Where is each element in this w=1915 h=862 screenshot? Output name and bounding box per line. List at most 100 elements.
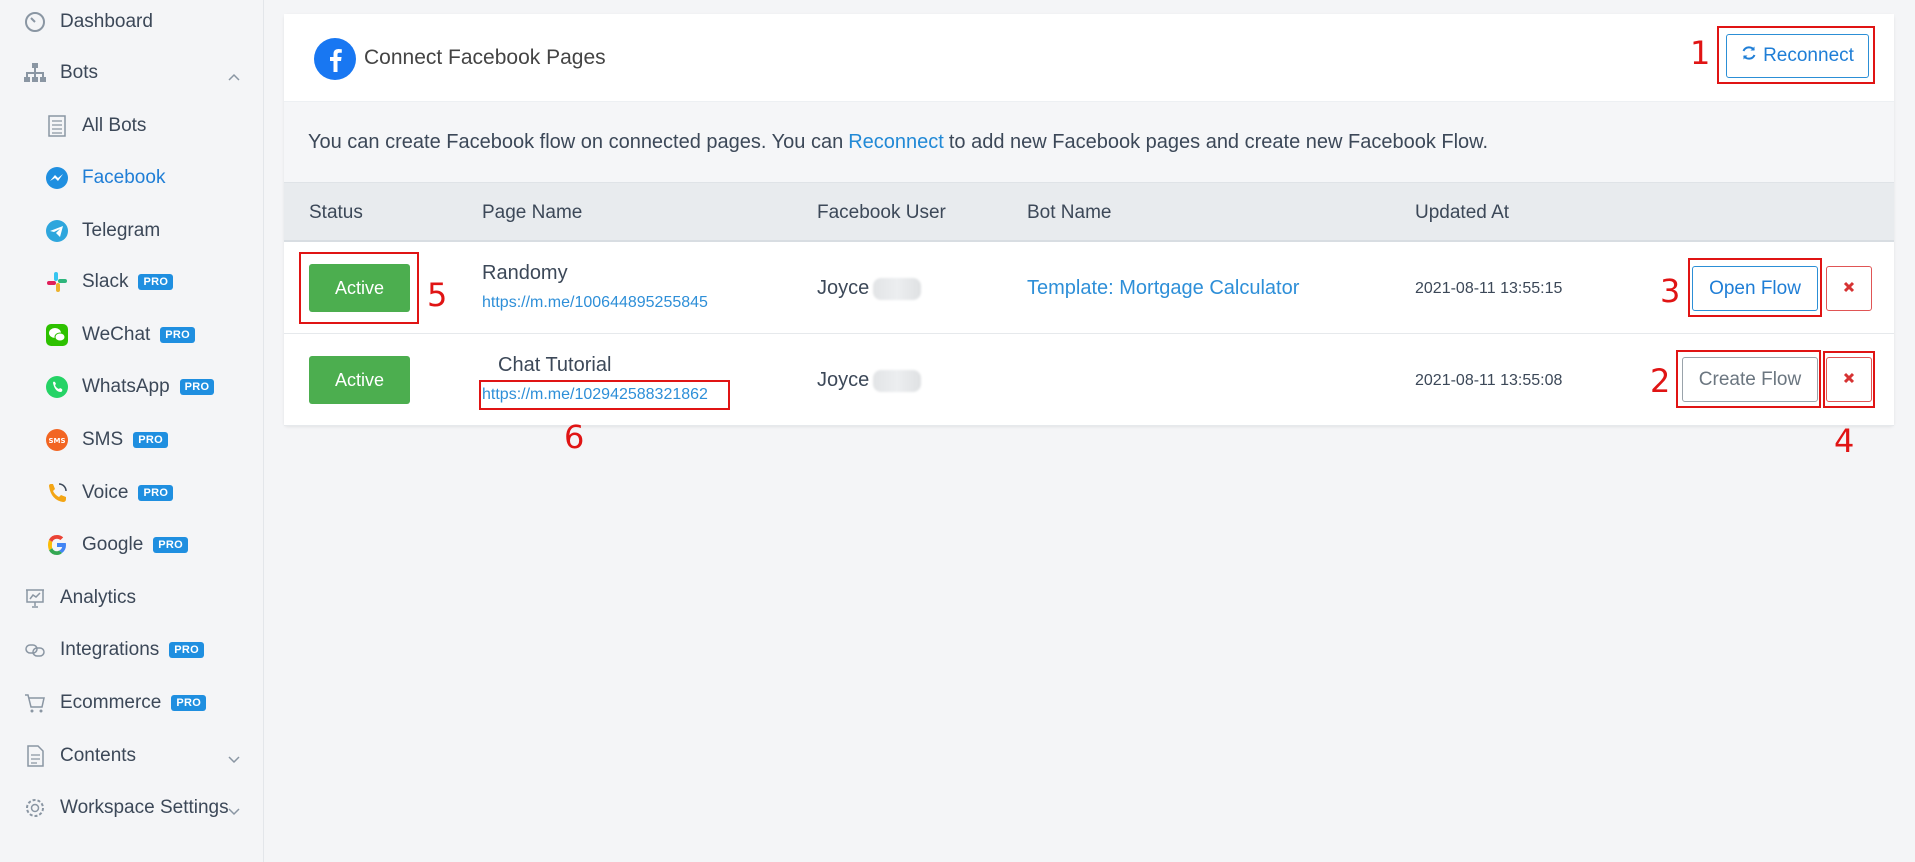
annotation-number: 6	[564, 418, 585, 456]
delete-button[interactable]	[1826, 357, 1872, 402]
messenger-icon	[44, 165, 70, 191]
sidebar-item-google[interactable]: Google PRO	[0, 523, 264, 567]
sidebar-item-label: WhatsApp	[82, 376, 170, 397]
delete-button[interactable]	[1826, 266, 1872, 311]
reconnect-link[interactable]: Reconnect	[848, 131, 944, 154]
redacted-text	[873, 369, 922, 392]
chevron-up-icon	[228, 65, 240, 87]
column-header-updated-at: Updated At	[1415, 202, 1510, 223]
close-icon	[1843, 371, 1855, 389]
whatsapp-icon	[44, 374, 70, 400]
pro-badge: PRO	[171, 695, 207, 711]
facebook-user: Joyce	[817, 369, 922, 392]
info-message: You can create Facebook flow on connecte…	[284, 102, 1894, 182]
sidebar-item-label: Bots	[60, 62, 99, 83]
pro-badge: PRO	[138, 485, 174, 501]
sidebar-item-label: Dashboard	[60, 11, 153, 32]
sidebar-item-label: Facebook	[82, 167, 166, 188]
annotation-number: 4	[1834, 422, 1855, 460]
link-icon	[22, 637, 48, 663]
presentation-chart-icon	[22, 585, 48, 611]
sidebar-item-wechat[interactable]: WeChat PRO	[0, 313, 264, 357]
info-text-after: to add new Facebook pages and create new…	[948, 130, 1489, 153]
status-active-button[interactable]: Active	[309, 264, 410, 312]
chevron-down-icon	[228, 748, 240, 770]
phone-icon	[44, 480, 70, 506]
sidebar-item-label: Analytics	[60, 587, 137, 608]
open-flow-button[interactable]: Open Flow	[1692, 266, 1818, 311]
sidebar-item-label: Integrations	[60, 639, 160, 660]
info-text-before: You can create Facebook flow on connecte…	[308, 130, 844, 153]
gear-icon	[22, 795, 48, 821]
page-name: Chat Tutorial	[498, 354, 612, 376]
close-icon	[1843, 280, 1855, 298]
reconnect-label: Reconnect	[1763, 45, 1854, 66]
svg-text:SMS: SMS	[48, 437, 65, 445]
pro-badge: PRO	[153, 537, 189, 553]
slack-icon	[44, 269, 70, 295]
column-header-facebook-user: Facebook User	[817, 202, 946, 223]
status-active-button[interactable]: Active	[309, 356, 410, 404]
create-flow-button[interactable]: Create Flow	[1682, 357, 1818, 402]
annotation-number: 1	[1690, 34, 1711, 72]
chevron-down-icon	[228, 800, 240, 822]
page-url-link[interactable]: https://m.me/102942588321862	[482, 386, 708, 404]
column-header-status: Status	[309, 202, 363, 223]
page-title: Connect Facebook Pages	[364, 46, 606, 69]
sidebar-item-label: Ecommerce	[60, 692, 162, 713]
document-icon	[22, 743, 48, 769]
sidebar: Dashboard Bots All Bots Facebook Telegra…	[0, 0, 264, 862]
column-header-page-name: Page Name	[482, 202, 583, 223]
annotation-number: 2	[1650, 362, 1671, 400]
updated-at: 2021-08-11 13:55:15	[1415, 280, 1563, 297]
sidebar-item-slack[interactable]: Slack PRO	[0, 260, 264, 304]
facebook-user-name: Joyce	[817, 369, 870, 391]
sidebar-item-label: Telegram	[82, 220, 161, 241]
sidebar-item-label: Voice	[82, 482, 129, 503]
sidebar-item-bots[interactable]: Bots	[0, 51, 264, 95]
sidebar-item-label: Google	[82, 534, 144, 555]
sidebar-item-label: WeChat	[82, 324, 151, 345]
sidebar-item-contents[interactable]: Contents	[0, 734, 264, 778]
sms-icon: SMS	[44, 427, 70, 453]
facebook-logo-icon	[314, 38, 356, 80]
sidebar-item-label: Slack	[82, 271, 129, 292]
refresh-icon	[1741, 45, 1757, 67]
column-header-bot-name: Bot Name	[1027, 202, 1112, 223]
updated-at: 2021-08-11 13:55:08	[1415, 372, 1563, 389]
sidebar-item-label: SMS	[82, 429, 124, 450]
cart-icon	[22, 690, 48, 716]
bot-name-link[interactable]: Template: Mortgage Calculator	[1027, 277, 1299, 300]
table-row: Active Randomy https://m.me/100644895255…	[284, 242, 1894, 334]
sidebar-item-integrations[interactable]: Integrations PRO	[0, 628, 264, 672]
sidebar-item-facebook[interactable]: Facebook	[0, 156, 264, 200]
sidebar-item-workspace-settings[interactable]: Workspace Settings	[0, 786, 264, 830]
pro-badge: PRO	[179, 379, 215, 395]
sidebar-item-all-bots[interactable]: All Bots	[0, 104, 264, 148]
sidebar-item-voice[interactable]: Voice PRO	[0, 471, 264, 515]
sidebar-item-ecommerce[interactable]: Ecommerce PRO	[0, 681, 264, 725]
reconnect-button[interactable]: Reconnect	[1726, 34, 1869, 78]
list-icon	[44, 113, 70, 139]
sidebar-item-analytics[interactable]: Analytics	[0, 576, 264, 620]
pro-badge: PRO	[160, 327, 196, 343]
sidebar-item-dashboard[interactable]: Dashboard	[0, 0, 264, 44]
sidebar-item-telegram[interactable]: Telegram	[0, 209, 264, 253]
sidebar-item-label: Workspace Settings	[60, 797, 229, 818]
table-header: Status Page Name Facebook User Bot Name …	[284, 182, 1894, 242]
page-name: Randomy	[482, 262, 568, 284]
facebook-user: Joyce	[817, 277, 922, 300]
redacted-text	[873, 277, 922, 300]
facebook-user-name: Joyce	[817, 277, 870, 299]
card-header: Connect Facebook Pages Reconnect	[284, 14, 1894, 102]
annotation-number: 3	[1660, 272, 1681, 310]
sidebar-item-label: All Bots	[82, 115, 147, 136]
pro-badge: PRO	[138, 274, 174, 290]
wechat-icon	[44, 322, 70, 348]
sidebar-item-label: Contents	[60, 745, 137, 766]
page-url-link[interactable]: https://m.me/100644895255845	[482, 294, 708, 312]
pro-badge: PRO	[169, 642, 205, 658]
sidebar-item-sms[interactable]: SMS SMS PRO	[0, 418, 264, 462]
dashboard-icon	[22, 9, 48, 35]
sidebar-item-whatsapp[interactable]: WhatsApp PRO	[0, 365, 264, 409]
